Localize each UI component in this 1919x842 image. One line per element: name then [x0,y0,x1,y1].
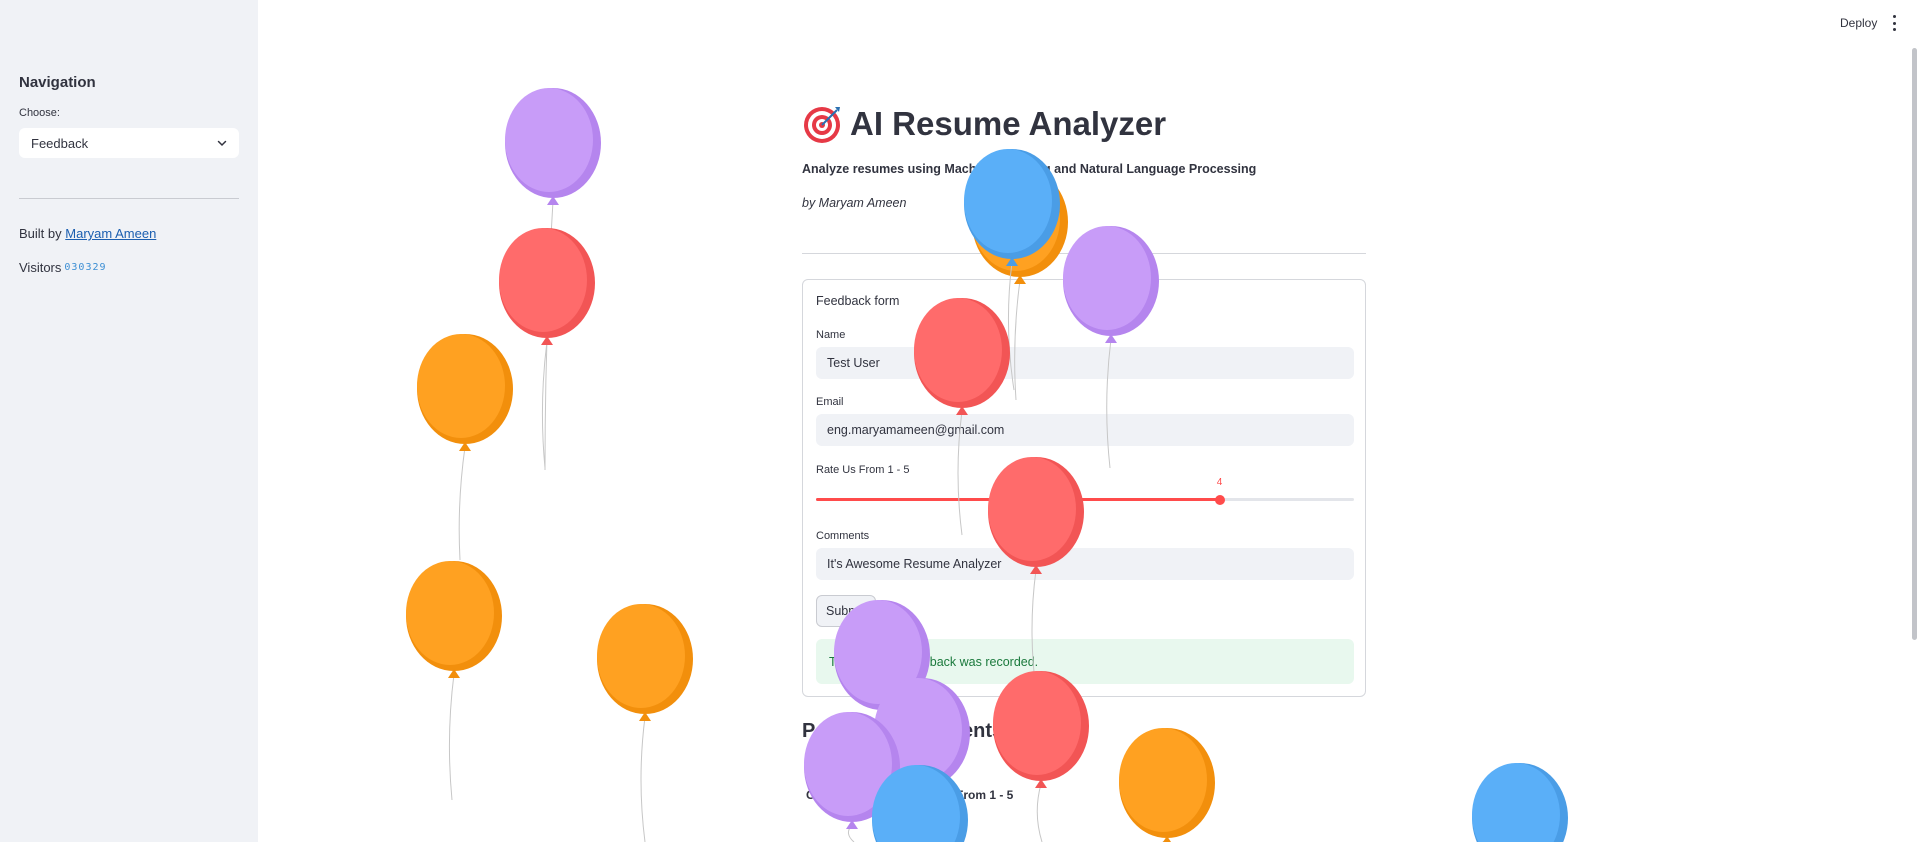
comments-label: Comments [816,530,870,542]
section-heading: Past User Comments [802,720,1004,742]
target-icon [804,107,840,143]
author-line: by Maryam Ameen [802,196,907,210]
submit-button[interactable]: Submit [816,595,876,627]
balloon-orange [1119,728,1215,842]
balloon-purple [505,88,601,471]
email-value: eng.maryamameen@gmail.com [827,423,1005,437]
name-input[interactable]: Test User [816,347,1354,379]
balloon-orange [406,561,502,801]
page-title: AI Resume Analyzer [850,105,1167,142]
page-subtitle: Analyze resumes using Machine Learning a… [802,162,1257,176]
rating-slider-fill [816,498,1220,501]
sidebar: Navigation Choose: Feedback Built by Mar… [0,0,258,842]
rating-value: 4 [1216,477,1223,488]
balloon-blue [1472,763,1568,842]
rating-slider-thumb[interactable] [1214,494,1225,505]
balloon-orange [597,604,693,842]
page-select-value: Feedback [31,135,89,151]
chevron-down-icon [217,140,227,147]
page-select[interactable]: Feedback [19,128,239,158]
author-link[interactable]: Maryam Ameen [65,226,156,241]
rating-slider[interactable]: 4 [816,477,1354,505]
balloon-purple [874,678,970,842]
email-label: Email [816,396,844,408]
email-input[interactable]: eng.maryamameen@gmail.com [816,414,1354,446]
comments-value: It's Awesome Resume Analyzer [827,557,1002,571]
built-by-prefix: Built by [19,226,62,241]
form-title: Feedback form [816,294,900,308]
success-message: Thanks! Your feedback was recorded. [829,654,1039,669]
choose-label: Choose: [19,107,60,119]
main-divider [802,253,1366,254]
sidebar-title: Navigation [19,74,96,91]
name-label: Name [816,329,846,341]
name-value: Test User [827,356,880,370]
balloon-orange [417,334,513,561]
table-header-comment: C [806,788,815,802]
title-row: AI Resume Analyzer [802,104,1166,144]
balloon-blue [872,765,968,842]
main-menu-icon[interactable] [1888,15,1900,31]
feedback-form: Feedback form Name Test User Email eng.m… [802,279,1366,697]
submit-label: Submit [826,604,865,618]
visitors: Visitors 030329 [19,260,107,275]
visitors-label: Visitors [19,260,62,275]
built-by: Built by Maryam Ameen [19,226,156,241]
deploy-button[interactable]: Deploy [1840,16,1877,30]
balloon-red [499,228,595,469]
table-header-rating: From 1 - 5 [956,788,1014,802]
rating-label: Rate Us From 1 - 5 [816,464,910,476]
comments-input[interactable]: It's Awesome Resume Analyzer [816,548,1354,580]
visitor-counter: 030329 [64,262,107,273]
sidebar-divider [19,198,239,199]
success-alert: Thanks! Your feedback was recorded. [816,639,1354,684]
scrollbar[interactable] [1912,48,1917,640]
